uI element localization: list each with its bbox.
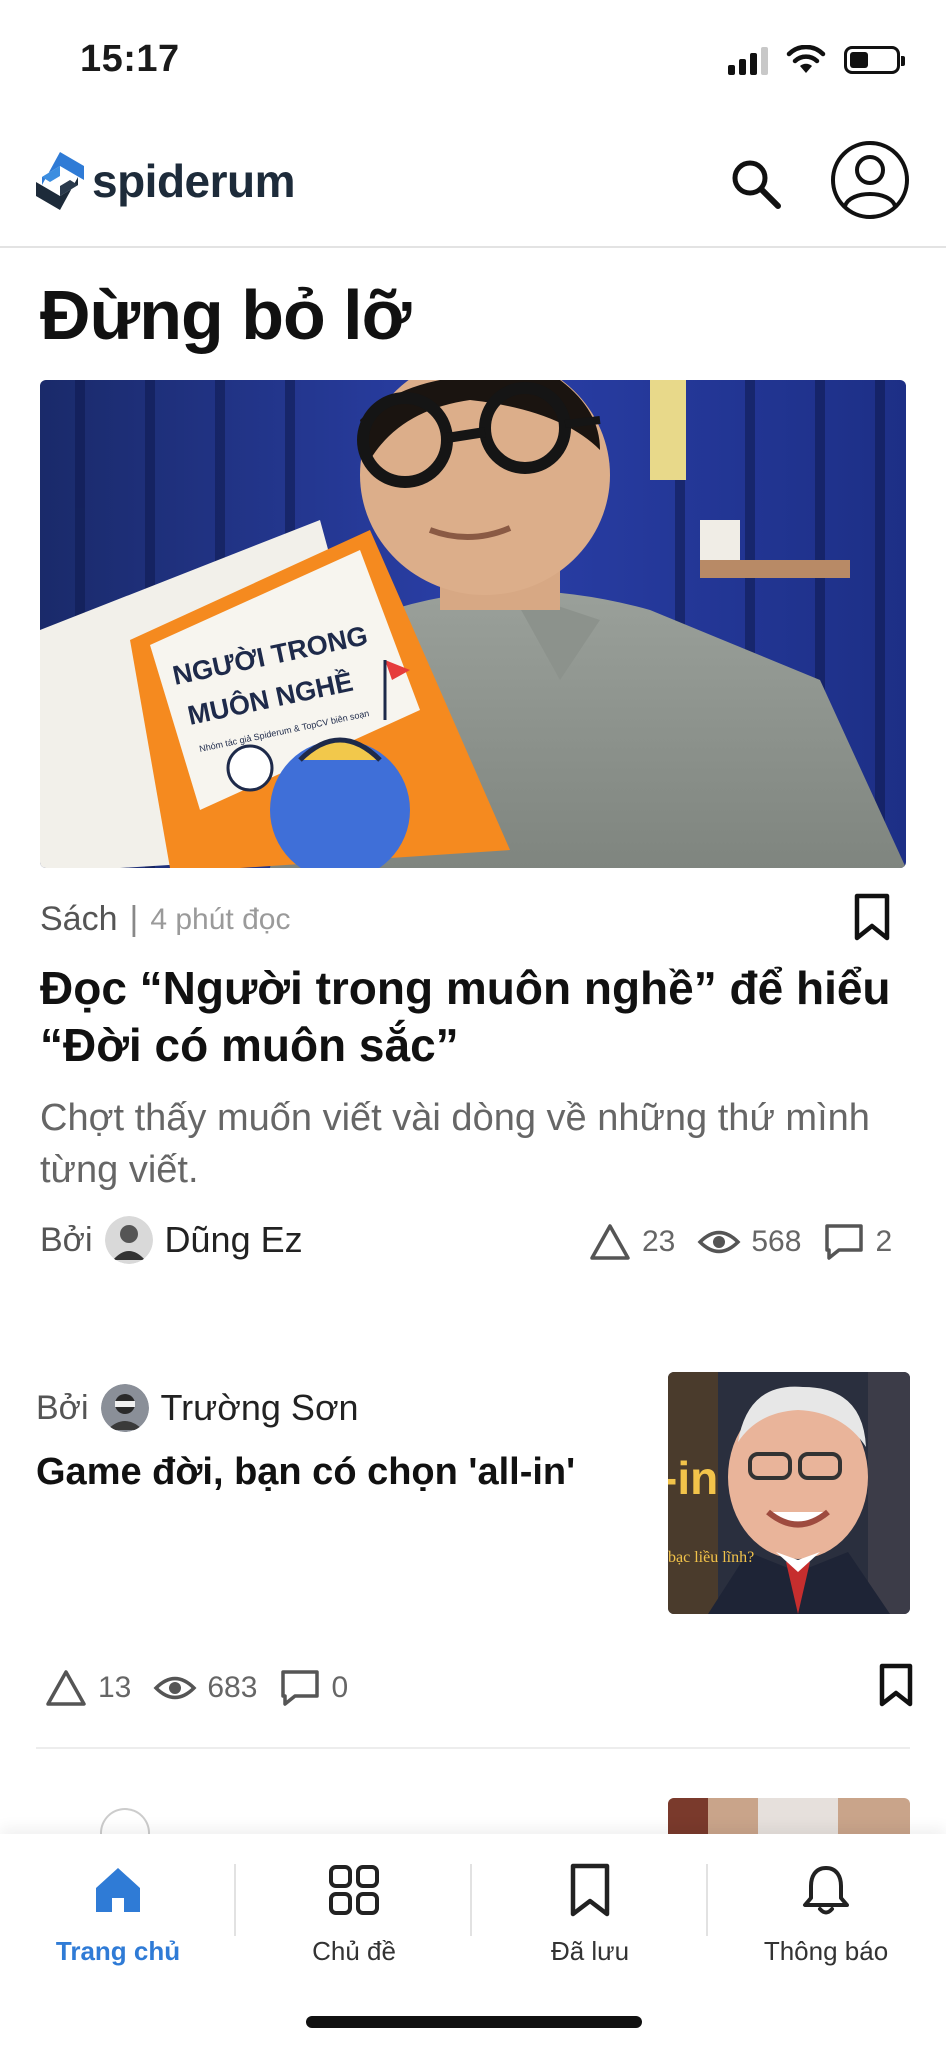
by-label: Bởi <box>36 1388 89 1427</box>
featured-meta: Sách | 4 phút đọc <box>40 900 290 939</box>
status-time: 15:17 <box>80 38 180 80</box>
cellular-signal-icon <box>728 45 768 75</box>
eye-icon <box>697 1230 741 1254</box>
author-avatar[interactable] <box>100 1384 149 1432</box>
article-thumbnail[interactable] <box>668 1798 910 1838</box>
comment-count: 0 <box>331 1671 349 1704</box>
nav-label: Đã lưu <box>550 1936 630 1966</box>
section-title: Đừng bỏ lỡ <box>40 276 411 354</box>
grid-icon <box>329 1865 379 1915</box>
upvote-icon <box>46 1670 86 1706</box>
home-indicator <box>306 2016 642 2028</box>
upvote-count: 23 <box>642 1225 676 1258</box>
read-time: 4 phút đọc <box>150 902 291 936</box>
author-avatar[interactable] <box>104 1216 153 1264</box>
article-title[interactable]: Game đời, bạn có chọn 'all-in' <box>36 1448 636 1496</box>
nav-saved[interactable]: Đã lưu <box>472 1862 708 1967</box>
thumb-big-text: -in <box>668 1452 718 1504</box>
search-icon[interactable] <box>726 154 786 214</box>
status-icons <box>728 40 905 80</box>
logo[interactable]: spiderum <box>34 150 296 212</box>
view-stat: 683 <box>153 1671 257 1705</box>
upvote-count: 13 <box>98 1671 132 1704</box>
upvote-icon <box>590 1224 630 1260</box>
bell-icon <box>803 1866 849 1915</box>
app-header: spiderum <box>0 120 946 248</box>
comment-icon <box>281 1670 320 1706</box>
comment-stat[interactable]: 0 <box>279 1668 348 1708</box>
view-stat: 568 <box>697 1225 801 1259</box>
nav-label: Thông báo <box>763 1936 889 1966</box>
featured-article-image[interactable]: NGƯỜI TRONG MUÔN NGHỀ Nhóm tác giả Spide… <box>40 380 906 868</box>
brand-name: spiderum <box>92 155 296 207</box>
article-byline: Bởi Trường Sơn <box>36 1384 359 1432</box>
view-count: 683 <box>207 1671 258 1704</box>
upvote-stat[interactable]: 13 <box>44 1668 131 1708</box>
status-bar: 15:17 <box>0 0 946 120</box>
featured-stats: 23 568 2 <box>588 1222 892 1262</box>
wifi-icon <box>786 45 826 73</box>
featured-description: Chợt thấy muốn viết vài dòng về những th… <box>40 1097 870 1191</box>
thumb-small-text: bạc liều lĩnh? <box>668 1549 754 1566</box>
spiderum-logo-icon <box>36 152 84 210</box>
bottom-navigation: Trang chủ Chủ đề Đã lưu Thông báo <box>0 1834 946 2048</box>
meta-separator: | <box>129 900 139 938</box>
author-name[interactable]: Trường Sơn <box>161 1387 359 1429</box>
bookmark-icon[interactable] <box>876 1662 916 1708</box>
author-name[interactable]: Dũng Ez <box>165 1219 303 1261</box>
nav-topics[interactable]: Chủ đề <box>236 1862 472 1967</box>
nav-notifications[interactable]: Thông báo <box>708 1862 944 1967</box>
by-label: Bởi <box>40 1220 93 1259</box>
home-icon <box>96 1868 140 1912</box>
nav-label: Trang chủ <box>55 1936 181 1966</box>
upvote-stat[interactable]: 23 <box>588 1222 675 1262</box>
featured-title[interactable]: Đọc “Người trong muôn nghề” để hiểu “Đời… <box>40 960 900 1074</box>
battery-icon <box>844 46 905 74</box>
category-label[interactable]: Sách <box>40 900 118 939</box>
divider <box>36 1747 910 1749</box>
comment-count: 2 <box>875 1225 893 1258</box>
app-screen: 15:17 spiderum Đừng bỏ lỡ NGƯỜI TRONG MU… <box>0 0 946 2048</box>
bookmark-icon[interactable] <box>850 892 894 942</box>
comment-stat[interactable]: 2 <box>823 1222 892 1262</box>
article-thumbnail[interactable]: -in bạc liều lĩnh? <box>668 1372 910 1614</box>
account-icon[interactable] <box>830 140 910 220</box>
featured-byline: Bởi Dũng Ez <box>40 1216 303 1264</box>
view-count: 568 <box>751 1225 802 1258</box>
comment-icon <box>825 1224 864 1260</box>
nav-label: Chủ đề <box>312 1936 396 1966</box>
article-stats: 13 683 0 <box>44 1668 348 1708</box>
nav-home[interactable]: Trang chủ <box>0 1862 236 1967</box>
eye-icon <box>153 1676 197 1700</box>
bookmark-icon <box>570 1863 610 1917</box>
